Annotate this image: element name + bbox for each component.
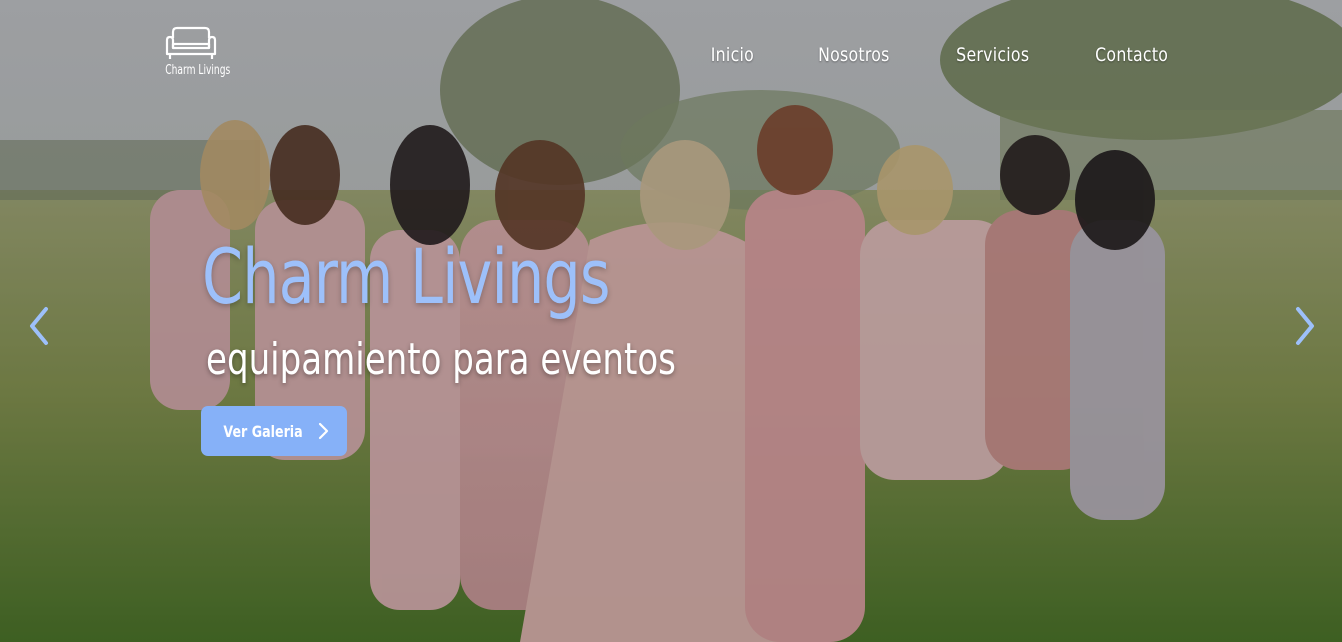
nav-item-nosotros[interactable]: Nosotros — [791, 44, 918, 66]
brand-logo[interactable]: Charm Livings — [158, 26, 231, 84]
hero-overlay — [0, 0, 1342, 642]
nav-item-contacto[interactable]: Contacto — [1068, 44, 1196, 66]
chevron-right-icon — [1296, 307, 1314, 345]
hero-carousel: Charm Livings Inicio Nosotros Servicios … — [0, 0, 1342, 642]
nav-item-inicio[interactable]: Inicio — [703, 44, 781, 66]
ver-galeria-label: Ver Galeria — [223, 421, 303, 441]
carousel-prev-button[interactable] — [22, 304, 56, 348]
brand-logo-text: Charm Livings — [165, 63, 231, 78]
chevron-left-icon — [30, 307, 48, 345]
chevron-right-icon — [318, 422, 329, 440]
sofa-icon — [165, 26, 217, 59]
carousel-next-button[interactable] — [1288, 304, 1322, 348]
ver-galeria-button[interactable]: Ver Galeria — [201, 406, 347, 456]
main-nav: Inicio Nosotros Servicios Contacto — [700, 44, 1202, 66]
nav-item-servicios[interactable]: Servicios — [928, 44, 1056, 66]
hero-subtitle: equipamiento para eventos — [206, 334, 676, 385]
hero-title: Charm Livings — [202, 232, 611, 321]
